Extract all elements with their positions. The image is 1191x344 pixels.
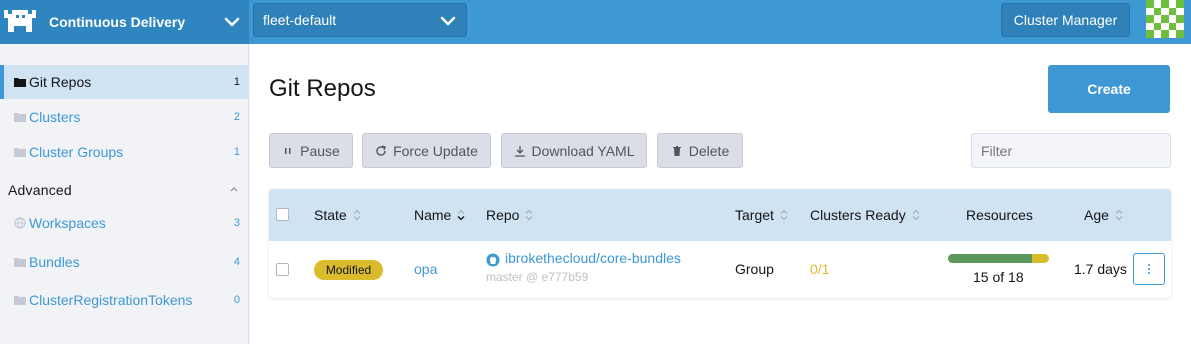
trash-icon — [672, 145, 681, 156]
cluster-manager-button[interactable]: Cluster Manager — [1001, 3, 1130, 37]
column-age[interactable]: Age — [1084, 189, 1123, 241]
sidebar-item-cluster-registration-tokens[interactable]: ClusterRegistrationTokens 0 — [0, 283, 249, 317]
sidebar-item-count: 2 — [233, 111, 240, 123]
filter-input[interactable] — [971, 133, 1171, 168]
column-label: Resources — [966, 207, 1033, 223]
chevron-down-icon — [440, 16, 456, 26]
sort-icon — [912, 209, 920, 221]
clusters-ready-value: 0/1 — [810, 261, 830, 277]
sidebar-item-git-repos[interactable]: Git Repos 1 — [0, 65, 249, 99]
sidebar-item-workspaces[interactable]: Workspaces 3 — [0, 206, 249, 240]
column-label: State — [314, 207, 347, 223]
sort-icon — [353, 209, 361, 221]
kebab-menu-icon — [1148, 264, 1150, 274]
resources-progress-bar — [948, 254, 1049, 263]
pause-icon — [285, 147, 291, 154]
row-checkbox[interactable] — [276, 263, 289, 276]
namespace-value: fleet-default — [263, 12, 337, 28]
column-resources: Resources — [966, 189, 1033, 241]
folder-icon — [14, 113, 26, 122]
chevron-down-icon[interactable] — [222, 12, 242, 32]
product-switcher[interactable]: Continuous Delivery — [0, 0, 249, 44]
download-yaml-label: Download YAML — [531, 142, 635, 159]
pause-button[interactable]: Pause — [269, 133, 353, 168]
sort-icon — [1115, 209, 1123, 221]
row-actions-button[interactable] — [1133, 253, 1165, 285]
create-button[interactable]: Create — [1048, 65, 1170, 113]
column-label: Clusters Ready — [810, 207, 906, 223]
sidebar-item-count: 1 — [233, 146, 240, 158]
sidebar: Git Repos 1 Clusters 2 Cluster Groups 1 … — [0, 44, 249, 344]
sidebar-item-cluster-groups[interactable]: Cluster Groups 1 — [0, 135, 249, 169]
pause-label: Pause — [300, 142, 340, 159]
repo-name-link[interactable]: opa — [414, 261, 437, 277]
sidebar-item-count: 1 — [233, 76, 240, 88]
cow-logo-icon — [4, 10, 36, 32]
column-label: Target — [735, 207, 774, 223]
sidebar-item-bundles[interactable]: Bundles 4 — [0, 245, 249, 279]
top-header: Continuous Delivery fleet-default Cluste… — [0, 0, 1191, 44]
github-icon — [486, 253, 500, 267]
sidebar-item-label: ClusterRegistrationTokens — [29, 292, 193, 308]
sidebar-item-label: Bundles — [29, 254, 80, 270]
folder-icon — [14, 258, 26, 267]
status-badge: Modified — [314, 260, 383, 280]
sidebar-item-label: Workspaces — [29, 215, 106, 231]
sidebar-item-count: 3 — [233, 217, 240, 229]
age-value: 1.7 days — [1074, 261, 1127, 277]
sort-icon — [526, 209, 533, 221]
resources-progress-fill — [948, 254, 1033, 263]
delete-button[interactable]: Delete — [657, 133, 743, 168]
column-repo[interactable]: Repo — [486, 189, 533, 241]
folder-icon — [14, 78, 26, 87]
sidebar-item-label: Cluster Groups — [29, 144, 124, 160]
column-label: Name — [414, 207, 452, 223]
download-icon — [514, 145, 525, 157]
column-state[interactable]: State — [314, 189, 361, 241]
table-header: State Name Repo Target Clusters Ready Re… — [269, 189, 1171, 241]
main-content: Git Repos Create Pause Force Update Down… — [250, 44, 1191, 344]
page-title: Git Repos — [269, 75, 376, 102]
column-clusters-ready[interactable]: Clusters Ready — [810, 189, 920, 241]
force-update-button[interactable]: Force Update — [362, 133, 491, 168]
sidebar-item-clusters[interactable]: Clusters 2 — [0, 100, 249, 134]
column-target[interactable]: Target — [735, 189, 788, 241]
column-name[interactable]: Name — [414, 189, 465, 241]
sort-icon — [457, 209, 465, 221]
chevron-up-icon[interactable] — [228, 183, 240, 195]
sidebar-item-count: 0 — [233, 294, 240, 306]
git-repos-table: State Name Repo Target Clusters Ready Re… — [269, 189, 1171, 298]
namespace-select[interactable]: fleet-default — [253, 3, 467, 37]
sidebar-item-label: Clusters — [29, 109, 81, 125]
column-label: Repo — [486, 207, 520, 223]
resources-value: 15 of 18 — [973, 269, 1024, 285]
sidebar-item-count: 4 — [233, 256, 240, 268]
table-row[interactable]: Modified opa ibrokethecloud/core-bundles… — [269, 241, 1171, 298]
repo-url-link[interactable]: ibrokethecloud/core-bundles — [505, 250, 681, 266]
target-value: Group — [735, 261, 774, 277]
user-avatar[interactable] — [1146, 0, 1184, 38]
globe-icon — [14, 217, 26, 229]
folder-icon — [14, 296, 26, 305]
sidebar-group-advanced[interactable]: Advanced — [8, 182, 72, 198]
delete-label: Delete — [688, 142, 730, 159]
folder-icon — [14, 148, 26, 157]
download-yaml-button[interactable]: Download YAML — [501, 133, 647, 168]
select-all-checkbox[interactable] — [276, 208, 289, 221]
force-update-label: Force Update — [393, 142, 478, 159]
refresh-icon — [376, 144, 386, 156]
repo-branch-commit: master @ e777b59 — [486, 270, 589, 284]
column-label: Age — [1084, 207, 1109, 223]
sidebar-item-label: Git Repos — [29, 74, 92, 90]
app-title: Continuous Delivery — [49, 14, 186, 30]
sort-icon — [780, 209, 788, 221]
